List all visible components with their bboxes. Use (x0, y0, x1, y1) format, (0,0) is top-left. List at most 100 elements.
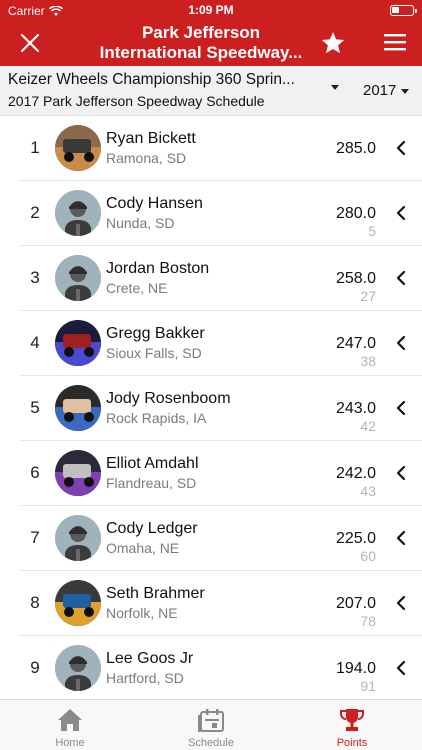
standings-row[interactable]: 6 Elliot Amdahl Flandreau, SD 242.0 43 (20, 441, 422, 506)
chevron-left-icon[interactable] (396, 530, 406, 546)
series-caret-icon[interactable] (331, 85, 339, 90)
year-caret-icon[interactable] (401, 89, 409, 94)
nav-bar: Park Jefferson International Speedway... (0, 20, 422, 66)
driver-points: 285.0 (335, 140, 376, 157)
driver-name: Cody Ledger (106, 520, 198, 537)
standings-list: 1 Ryan Bickett Ramona, SD 285.0 2 Cody Hansen… (0, 116, 422, 699)
chevron-left-icon[interactable] (396, 595, 406, 611)
avatar (55, 515, 101, 561)
calendar-icon (198, 709, 224, 732)
driver-name: Lee Goos Jr (106, 650, 194, 667)
driver-photo (55, 450, 101, 496)
driver-rank: 3 (30, 268, 40, 287)
chevron-left-icon[interactable] (396, 465, 406, 481)
driver-rank: 4 (30, 333, 40, 352)
driver-location: Norfolk, NE (106, 605, 178, 621)
driver-location: Flandreau, SD (106, 475, 197, 491)
driver-name: Elliot Amdahl (106, 455, 199, 472)
driver-placeholder-icon (55, 515, 101, 561)
tab-home[interactable]: Home (0, 700, 140, 750)
battery-icon (390, 5, 417, 16)
driver-rank: 5 (30, 398, 40, 417)
driver-name: Cody Hansen (106, 195, 203, 212)
driver-photo (55, 125, 101, 171)
tab-points-label: Points (336, 737, 368, 749)
tab-bar: Home Schedule Points (0, 699, 422, 750)
status-bar: Carrier 1:09 PM (0, 0, 422, 20)
points-behind: 38 (360, 353, 376, 369)
driver-points: 242.0 (335, 465, 376, 482)
series-dropdown[interactable]: Keizer Wheels Championship 360 Sprin... (8, 71, 318, 89)
standings-row[interactable]: 5 Jody Rosenboom Rock Rapids, IA 243.0 42 (20, 376, 422, 441)
points-behind: 42 (360, 418, 376, 434)
driver-points: 247.0 (335, 335, 376, 352)
standings-row[interactable]: 1 Ryan Bickett Ramona, SD 285.0 (20, 116, 422, 181)
driver-points: 194.0 (335, 660, 376, 677)
driver-rank: 6 (30, 463, 40, 482)
points-behind: 5 (368, 223, 376, 239)
year-dropdown[interactable]: 2017 (363, 82, 396, 99)
driver-name: Seth Brahmer (106, 585, 205, 602)
avatar (55, 125, 101, 171)
driver-name: Jordan Boston (106, 260, 210, 277)
status-time: 1:09 PM (188, 3, 234, 17)
driver-location: Sioux Falls, SD (106, 345, 202, 361)
points-behind: 60 (360, 548, 376, 564)
page-title-line2: International Speedway... (99, 43, 303, 62)
avatar (55, 645, 101, 691)
tab-points[interactable]: Points (282, 700, 422, 750)
tab-schedule[interactable]: Schedule (141, 700, 281, 750)
driver-location: Nunda, SD (106, 215, 175, 231)
avatar (55, 385, 101, 431)
points-behind: 91 (360, 678, 376, 694)
series-selector-bar: Keizer Wheels Championship 360 Sprin... … (0, 66, 422, 116)
driver-rank: 8 (30, 593, 40, 612)
standings-row[interactable]: 7 Cody Ledger Omaha, NE 225.0 60 (20, 506, 422, 571)
driver-location: Crete, NE (106, 280, 168, 296)
driver-photo (55, 385, 101, 431)
driver-location: Rock Rapids, IA (106, 410, 207, 426)
driver-location: Ramona, SD (106, 150, 187, 166)
page-title-line1: Park Jefferson (141, 23, 261, 42)
close-icon[interactable] (16, 29, 44, 57)
driver-location: Hartford, SD (106, 670, 184, 686)
tab-schedule-label: Schedule (188, 737, 234, 749)
standings-row[interactable]: 2 Cody Hansen Nunda, SD 280.0 5 (20, 181, 422, 246)
driver-points: 207.0 (335, 595, 376, 612)
chevron-left-icon[interactable] (396, 400, 406, 416)
points-behind: 43 (360, 483, 376, 499)
standings-row[interactable]: 3 Jordan Boston Crete, NE 258.0 27 (20, 246, 422, 311)
driver-points: 225.0 (335, 530, 376, 547)
driver-location: Omaha, NE (106, 540, 180, 556)
driver-name: Gregg Bakker (106, 325, 205, 342)
driver-points: 280.0 (335, 205, 376, 222)
chevron-left-icon[interactable] (396, 140, 406, 156)
driver-rank: 7 (30, 528, 40, 547)
top-bar: Carrier 1:09 PM Park Jefferson Internati… (0, 0, 422, 66)
chevron-left-icon[interactable] (396, 270, 406, 286)
menu-icon[interactable] (384, 32, 406, 52)
standings-row[interactable]: 8 Seth Brahmer Norfolk, NE 207.0 78 (20, 571, 422, 636)
avatar (55, 320, 101, 366)
avatar (55, 190, 101, 236)
points-behind: 78 (360, 613, 376, 629)
trophy-icon (340, 709, 364, 731)
standings-row[interactable]: 4 Gregg Bakker Sioux Falls, SD 247.0 38 (20, 311, 422, 376)
chevron-left-icon[interactable] (396, 660, 406, 676)
schedule-subtitle: 2017 Park Jefferson Speedway Schedule (8, 93, 265, 109)
standings-row[interactable]: 9 Lee Goos Jr Hartford, SD 194.0 91 (20, 636, 422, 699)
chevron-left-icon[interactable] (396, 335, 406, 351)
home-icon (58, 709, 82, 731)
driver-placeholder-icon (55, 645, 101, 691)
driver-placeholder-icon (55, 190, 101, 236)
driver-rank: 9 (30, 658, 40, 677)
driver-photo (55, 580, 101, 626)
driver-points: 258.0 (335, 270, 376, 287)
star-icon[interactable] (320, 30, 346, 56)
chevron-left-icon[interactable] (396, 205, 406, 221)
driver-name: Jody Rosenboom (106, 390, 231, 407)
page-title: Park Jefferson International Speedway... (60, 23, 342, 63)
avatar (55, 255, 101, 301)
driver-rank: 1 (30, 138, 40, 157)
driver-name: Ryan Bickett (106, 130, 196, 147)
